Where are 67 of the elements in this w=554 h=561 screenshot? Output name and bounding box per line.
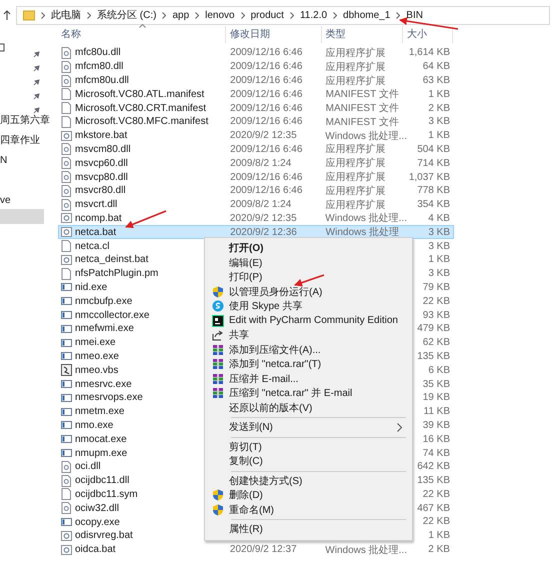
type-cell: 应用程序扩展 — [326, 144, 386, 156]
size-cell: 1 KB — [428, 530, 450, 542]
size-cell: 39 KB — [422, 420, 450, 431]
type-cell: MANIFEST 文件 — [326, 116, 399, 128]
size-cell: 504 KB — [417, 144, 450, 155]
type-cell: 应用程序扩展 — [326, 62, 386, 73]
type-cell: 应用程序扩展 — [326, 186, 386, 197]
date-cell: 2009/12/16 6:46 — [230, 116, 302, 128]
size-cell: 22 KB — [422, 488, 450, 500]
size-cell: 3 KB — [428, 116, 450, 128]
date-cell: 2020/9/2 12:36 — [230, 226, 297, 238]
size-cell: 79 KB — [422, 282, 450, 293]
size-cell: 22 KB — [422, 516, 450, 528]
size-cell: 354 KB — [417, 199, 450, 210]
size-cell: 1,037 KB — [408, 172, 450, 183]
type-cell: 应用程序扩展 — [326, 200, 386, 211]
size-cell: 3 KB — [428, 226, 450, 238]
date-cell: 2009/12/16 6:46 — [230, 172, 302, 183]
type-cell: 应用程序扩展 — [326, 158, 386, 170]
type-cell: MANIFEST 文件 — [326, 103, 399, 114]
type-cell: Windows 批处理... — [325, 544, 407, 556]
size-cell: 3 KB — [428, 268, 450, 280]
size-cell: 1 KB — [428, 130, 450, 142]
size-cell: 6 KB — [428, 364, 450, 376]
size-cell: 1 KB — [428, 88, 450, 100]
date-cell: 2009/12/16 6:46 — [230, 47, 302, 58]
size-cell: 135 KB — [417, 350, 450, 362]
date-cell: 2020/9/2 12:35 — [230, 130, 297, 142]
type-cell: Windows 批处理 — [326, 227, 400, 238]
date-cell: 2009/12/16 6:46 — [230, 74, 302, 86]
size-cell: 1 KB — [428, 254, 450, 266]
date-cell: 2009/8/2 1:24 — [230, 199, 292, 210]
date-cell: 2009/12/16 6:46 — [230, 144, 302, 155]
size-cell: 11 KB — [424, 406, 450, 418]
size-cell: 35 KB — [422, 378, 450, 390]
size-cell: 4 KB — [428, 212, 450, 224]
type-cell: MANIFEST 文件 — [326, 89, 399, 100]
size-cell: 3 KB — [428, 240, 450, 252]
size-cell: 63 KB — [422, 74, 450, 86]
size-cell: 778 KB — [417, 185, 450, 196]
size-cell: 62 KB — [422, 337, 450, 348]
size-cell: 74 KB — [422, 448, 450, 458]
type-cell: 应用程序扩展 — [326, 76, 386, 86]
type-cell: 应用程序扩展 — [326, 172, 386, 184]
size-cell: 2 KB — [428, 544, 450, 556]
size-cell: 64 KB — [422, 61, 450, 72]
date-cell: 2009/12/16 6:46 — [230, 61, 302, 72]
date-cell: 2020/9/2 12:35 — [230, 212, 297, 224]
size-cell: 479 KB — [417, 323, 450, 334]
size-cell: 19 KB — [422, 392, 450, 404]
date-cell: 2009/12/16 6:46 — [230, 88, 302, 100]
size-cell: 2 KB — [428, 102, 450, 114]
size-cell: 1,614 KB — [408, 47, 450, 58]
date-cell: 2020/9/2 12:37 — [230, 544, 297, 556]
date-cell: 2009/8/2 1:24 — [230, 158, 292, 169]
size-cell: 16 KB — [422, 434, 450, 445]
date-cell: 2009/12/16 6:46 — [230, 102, 302, 114]
size-cell: 22 KB — [422, 296, 450, 307]
size-cell: 642 KB — [417, 461, 450, 472]
size-cell: 93 KB — [422, 310, 450, 321]
date-cell: 2009/12/16 6:46 — [230, 185, 302, 196]
size-cell: 714 KB — [417, 158, 450, 169]
type-cell: Windows 批处理... — [325, 130, 407, 142]
size-cell: 135 KB — [417, 475, 450, 486]
size-cell: 467 KB — [417, 502, 450, 514]
type-cell: Windows 批处理... — [325, 213, 407, 224]
type-cell: 应用程序扩展 — [326, 48, 386, 59]
